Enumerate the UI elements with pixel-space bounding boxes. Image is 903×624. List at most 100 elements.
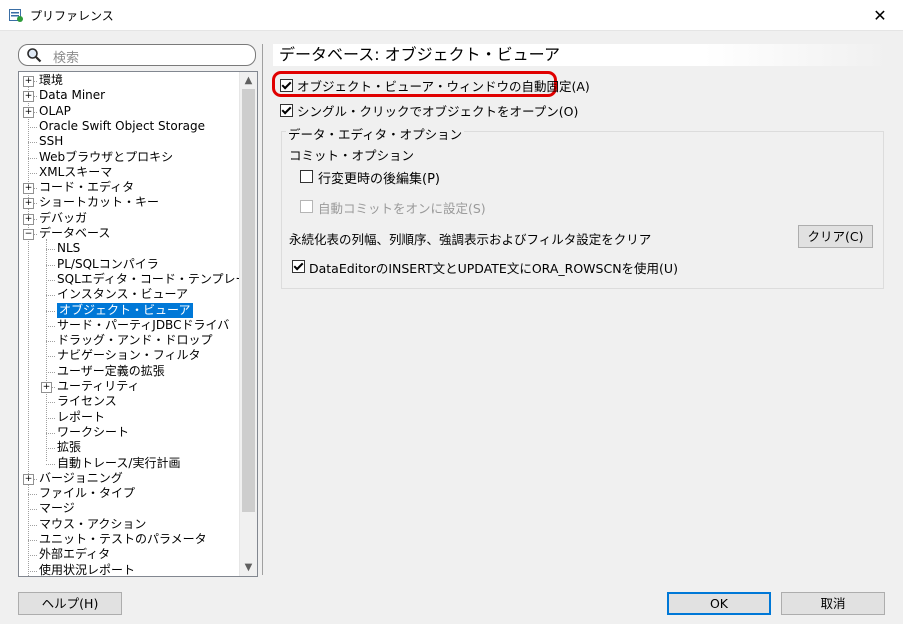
tree-item[interactable]: オブジェクト・ビューア [57,302,193,318]
tree-item[interactable]: ショートカット・キー [39,195,159,210]
post-edit-label[interactable]: 行変更時の後編集(P) [318,168,440,187]
tree-connector [46,402,55,404]
single-click-label[interactable]: シングル・クリックでオブジェクトをオープン(O) [297,101,578,120]
expand-icon[interactable]: + [23,91,34,103]
tree-item[interactable]: 外部エディタ [39,547,110,562]
tree-connector [28,570,37,572]
tree-item[interactable]: SQLエディタ・コード・テンプレート [57,272,240,287]
tree-item[interactable]: ワークシート [57,425,129,440]
tree-connector [46,295,55,297]
commit-options-label: コミット・オプション [289,148,415,163]
expand-icon[interactable]: + [23,106,34,118]
app-icon [9,9,23,22]
close-button[interactable]: ✕ [857,0,903,30]
tree-item[interactable]: ドラッグ・アンド・ドロップ [57,333,213,348]
tree-item[interactable]: ナビゲーション・フィルタ [57,348,201,363]
single-click-checkbox[interactable] [280,104,293,117]
scroll-up-icon[interactable]: ▲ [240,72,257,89]
tree-item[interactable]: 自動トレース/実行計画 [57,456,180,471]
tree-content: + 環境 + Data Miner + OLAP Oracle Swift Object S… [19,72,240,576]
tree-item[interactable]: Webブラウザとプロキシ [39,150,173,165]
tree-connector [28,540,37,541]
tree-connector [28,80,29,576]
auto-commit-checkbox[interactable] [300,200,313,213]
tree-connector [46,264,55,266]
tree-connector [46,417,55,419]
preferences-tree[interactable]: + 環境 + Data Miner + OLAP Oracle Swift Object S… [18,71,258,577]
expand-icon[interactable]: + [23,473,34,485]
tree-item[interactable]: データベース [39,226,110,241]
tree-item[interactable]: Oracle Swift Object Storage [39,119,205,134]
tree-item[interactable]: レポート [57,410,105,425]
tree-item[interactable]: 拡張 [57,440,81,455]
expand-icon[interactable]: + [23,198,34,210]
tree-connector [46,356,55,358]
help-button[interactable]: ヘルプ(H) [18,592,122,615]
tree-connector [46,371,55,373]
tree-connector [46,341,55,343]
tree-item[interactable]: XMLスキーマ [39,165,112,180]
tree-item[interactable]: コード・エディタ [39,180,134,195]
tree-item[interactable]: デバッガ [39,211,87,226]
title-bar: プリファレンス ✕ [0,0,903,31]
tree-item[interactable]: サード・パーティJDBCドライバ [57,318,229,333]
tree-item[interactable]: OLAP [39,104,71,119]
tree-item[interactable]: ユーティリティ [57,379,140,394]
tree-item[interactable]: Data Miner [39,88,105,103]
ok-button[interactable]: OK [667,592,771,615]
tree-item[interactable]: ユーザー定義の拡張 [57,364,165,379]
close-icon: ✕ [873,5,887,25]
tree-connector [46,448,55,450]
expand-icon[interactable]: + [41,382,52,393]
rowscn-checkbox[interactable] [292,260,305,273]
tree-item[interactable]: 使用状況レポート [39,563,135,576]
tree-item[interactable]: マウス・アクション [39,517,146,532]
search-input[interactable]: 検索 [18,44,256,66]
tree-item[interactable]: ユニット・テストのパラメータ [39,532,207,547]
tree-item[interactable]: 環境 [39,73,63,88]
tree-item[interactable]: NLS [57,241,80,256]
tree-item[interactable]: ファイル・タイプ [39,486,135,501]
auto-commit-label[interactable]: 自動コミットをオンに設定(S) [318,198,486,217]
persist-settings-text: 永続化表の列幅、列順序、強調表示およびフィルタ設定をクリア [289,232,652,247]
tree-item[interactable]: PL/SQLコンパイラ [57,257,159,272]
tree-item[interactable]: バージョニング [39,471,123,486]
tree-connector [46,432,55,434]
tree-connector [28,126,37,128]
tree-item[interactable]: インスタンス・ビューア [57,287,188,302]
collapse-icon[interactable]: − [23,229,34,240]
tree-connector [28,555,37,557]
expand-icon[interactable]: + [23,213,34,225]
tree-item[interactable]: ライセンス [57,394,117,409]
tree-connector [28,157,37,159]
tree-connector [28,142,37,144]
post-edit-checkbox[interactable] [300,170,313,183]
window-title: プリファレンス [30,9,114,23]
auto-pin-checkbox[interactable] [280,79,293,92]
clear-button[interactable]: クリア(C) [798,225,873,248]
expand-icon[interactable]: + [23,183,34,195]
auto-pin-label[interactable]: オブジェクト・ビューア・ウィンドウの自動固定(A) [297,76,590,95]
tree-connector [46,310,55,312]
data-editor-group-title: データ・エディタ・オプション [286,124,465,143]
rowscn-label[interactable]: DataEditorのINSERT文とUPDATE文にORA_ROWSCNを使用… [309,258,678,277]
tree-connector [28,172,37,174]
tree-connector [46,463,55,465]
tree-connector [28,509,37,511]
tree-connector [28,494,37,496]
tree-connector [46,239,47,462]
tree-scrollbar[interactable]: ▲ ▼ [239,72,257,576]
expand-icon[interactable]: + [23,76,34,87]
tree-item[interactable]: マージ [39,501,75,516]
search-icon [27,48,42,63]
cancel-button[interactable]: 取消 [781,592,885,615]
page-title: データベース: オブジェクト・ビューア [273,44,889,66]
splitter[interactable] [262,44,263,575]
scroll-thumb[interactable] [242,89,255,512]
scroll-down-icon[interactable]: ▼ [240,559,257,576]
tree-connector [46,325,55,327]
search-placeholder: 検索 [53,51,80,66]
tree-connector [46,249,55,251]
tree-connector [46,279,55,281]
tree-item[interactable]: SSH [39,134,63,149]
